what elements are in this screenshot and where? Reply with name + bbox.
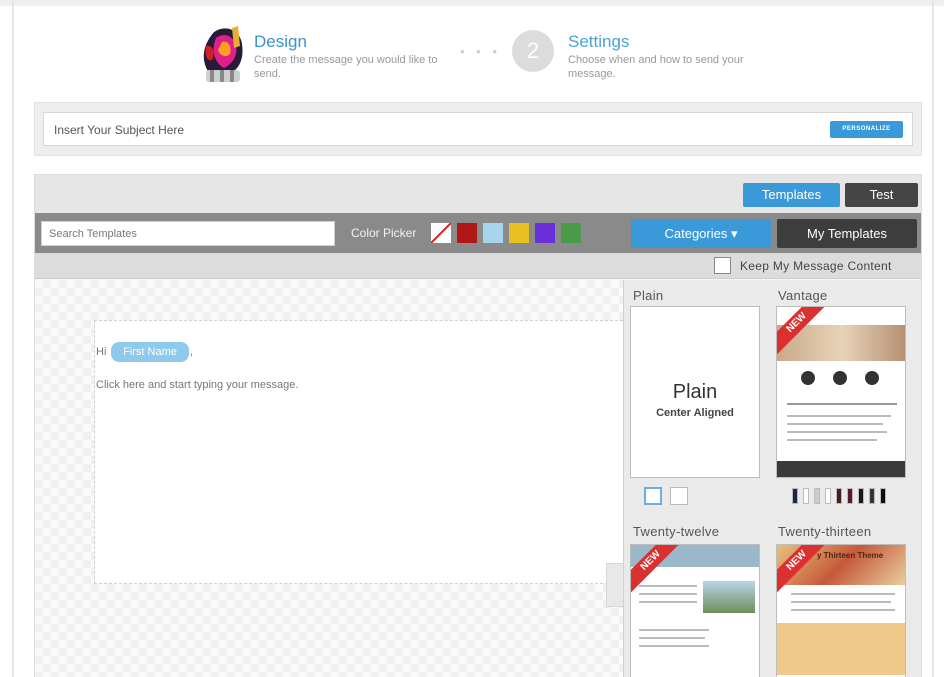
search-templates-placeholder: Search Templates	[49, 228, 137, 240]
vantage-color-variant[interactable]	[792, 488, 798, 504]
step-design[interactable]: Design Create the message you would like…	[254, 32, 454, 81]
twenty-twelve-text-line	[639, 585, 697, 587]
color-swatch-red[interactable]	[457, 223, 477, 243]
vantage-text-line	[787, 403, 897, 405]
twenty-twelve-text-line	[639, 629, 709, 631]
color-picker-label: Color Picker	[351, 226, 417, 240]
personalize-button[interactable]: PERSONALIZE	[830, 121, 903, 138]
message-prompt: Click here and start typing your message…	[96, 379, 299, 391]
my-templates-button[interactable]: My Templates	[777, 219, 917, 248]
twenty-twelve-image	[703, 581, 755, 613]
greeting-text: Hi	[96, 346, 107, 358]
window-left-edge	[12, 0, 14, 677]
step-settings[interactable]: Settings Choose when and how to send you…	[568, 32, 768, 81]
plain-variant-1[interactable]	[644, 487, 662, 505]
panel-tabs-bar: Templates Test	[35, 175, 921, 213]
color-swatch-green[interactable]	[561, 223, 581, 243]
template-thumb-vantage[interactable]: NEW	[776, 306, 906, 478]
step-separator: • • •	[460, 44, 501, 59]
template-thumb-plain[interactable]: Plain Center Aligned	[630, 306, 760, 478]
template-name-twenty-twelve: Twenty-twelve	[633, 524, 720, 539]
keep-content-row: Keep My Message Content	[35, 253, 921, 279]
step-design-title: Design	[254, 32, 307, 51]
template-gallery: Plain Plain Center Aligned Vantage NEW T…	[623, 280, 921, 677]
twenty-twelve-text-line	[639, 601, 697, 603]
twenty-twelve-text-line	[639, 637, 705, 639]
vantage-text-line	[787, 439, 877, 441]
plain-variant-2[interactable]	[670, 487, 688, 505]
vantage-color-variant[interactable]	[803, 488, 809, 504]
template-name-vantage: Vantage	[778, 288, 828, 303]
twenty-thirteen-text-line	[791, 609, 895, 611]
color-swatch-purple[interactable]	[535, 223, 555, 243]
tab-test[interactable]: Test	[845, 183, 918, 207]
template-name-twenty-thirteen: Twenty-thirteen	[778, 524, 872, 539]
template-thumb-twenty-twelve[interactable]: NEW	[630, 544, 760, 677]
vantage-color-variant[interactable]	[814, 488, 820, 504]
keep-content-checkbox[interactable]	[714, 257, 731, 274]
greeting-comma: ,	[190, 346, 194, 358]
template-name-plain: Plain	[633, 288, 664, 303]
plain-thumb-title: Plain	[672, 381, 718, 403]
tab-templates[interactable]: Templates	[743, 183, 840, 207]
step-settings-description: Choose when and how to send your message…	[568, 54, 744, 80]
vantage-feature-icon	[833, 371, 847, 385]
vantage-text-line	[787, 431, 887, 433]
vantage-color-variant[interactable]	[869, 488, 875, 504]
wizard-steps: Design Create the message you would like…	[192, 22, 792, 92]
message-body-area[interactable]: Hi First Name , Click here and start typ…	[94, 320, 623, 584]
template-toolbar: Search Templates Color Picker Categories…	[35, 213, 921, 253]
template-thumb-twenty-thirteen[interactable]: y Thirteen Theme NEW	[776, 544, 906, 677]
twenty-twelve-text-line	[639, 593, 697, 595]
twenty-thirteen-text-line	[791, 601, 891, 603]
window-top-edge	[0, 0, 944, 6]
subject-placeholder: Insert Your Subject Here	[54, 123, 185, 137]
window-right-edge	[932, 0, 934, 677]
plain-thumb-subtitle: Center Aligned	[656, 407, 734, 419]
first-name-token[interactable]: First Name	[111, 342, 189, 362]
twenty-thirteen-thumb-title: y Thirteen Theme	[817, 551, 884, 560]
categories-dropdown[interactable]: Categories ▾	[631, 219, 771, 248]
color-swatch-yellow[interactable]	[509, 223, 529, 243]
vantage-feature-icon	[801, 371, 815, 385]
editor-panel: Templates Test Search Templates Color Pi…	[34, 174, 922, 677]
search-templates-input[interactable]: Search Templates	[41, 221, 335, 246]
vantage-color-variant[interactable]	[858, 488, 864, 504]
message-canvas: Hi First Name , Click here and start typ…	[35, 280, 624, 677]
step-number-badge: 2	[512, 30, 554, 72]
subject-bar: Insert Your Subject Here PERSONALIZE	[34, 102, 922, 156]
vantage-footer	[777, 461, 905, 477]
vantage-feature-icon	[865, 371, 879, 385]
vantage-color-variant[interactable]	[836, 488, 842, 504]
subject-input[interactable]: Insert Your Subject Here PERSONALIZE	[43, 112, 913, 146]
color-swatch-none[interactable]	[431, 223, 451, 243]
vantage-text-line	[787, 415, 891, 417]
twenty-thirteen-text-line	[791, 593, 895, 595]
vantage-text-line	[787, 423, 883, 425]
twenty-thirteen-band	[777, 623, 905, 675]
keep-content-label[interactable]: Keep My Message Content	[740, 259, 892, 273]
design-paint-icon	[196, 24, 250, 86]
vantage-color-variant[interactable]	[847, 488, 853, 504]
step-design-description: Create the message you would like to sen…	[254, 54, 438, 80]
gallery-collapse-handle[interactable]	[606, 563, 624, 607]
step-settings-title: Settings	[568, 32, 630, 51]
color-swatch-light-blue[interactable]	[483, 223, 503, 243]
vantage-color-variant[interactable]	[825, 488, 831, 504]
vantage-color-variant[interactable]	[880, 488, 886, 504]
twenty-twelve-text-line	[639, 645, 709, 647]
